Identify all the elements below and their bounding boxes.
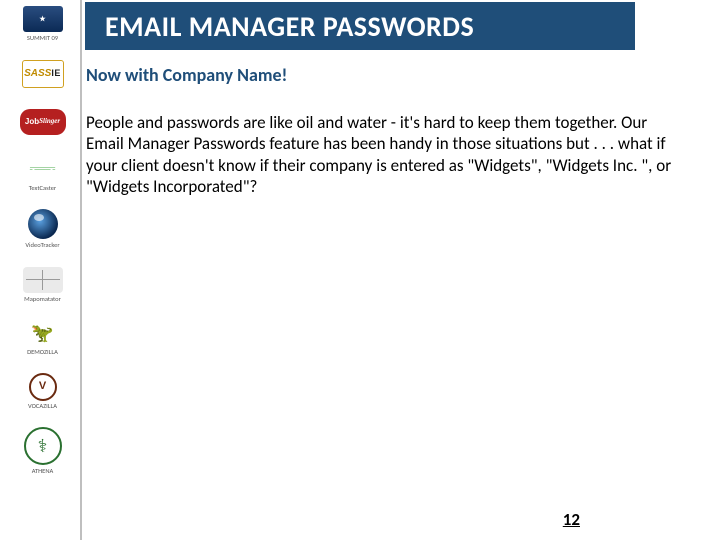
logo-summit: ★ SUMMIT 09 bbox=[14, 6, 72, 42]
logo-caption: Mapomatator bbox=[24, 296, 61, 303]
textcaster-icon: ⎓⎓⎓ bbox=[23, 156, 63, 182]
sassie-icon: SASSIE bbox=[22, 60, 64, 88]
page-title: EMAIL MANAGER PASSWORDS bbox=[105, 9, 474, 44]
page-number: 12 bbox=[563, 509, 580, 530]
videotracker-icon bbox=[28, 209, 58, 239]
logo-caption: ATHENA bbox=[32, 468, 54, 475]
mapomatator-icon bbox=[23, 267, 63, 293]
logo-mapomatator: Mapomatator bbox=[14, 267, 72, 303]
slide: ★ SUMMIT 09 SASSIE JobSlinger ⎓⎓⎓ TextCa… bbox=[0, 0, 720, 540]
logo-caption: VOCAZILLA bbox=[28, 403, 57, 410]
logo-caption: TextCaster bbox=[29, 185, 56, 192]
logo-demozilla: 🦖 DEMOZILLA bbox=[14, 320, 72, 356]
logo-caption: VideoTracker bbox=[25, 242, 59, 249]
jobslinger-icon: JobSlinger bbox=[20, 109, 66, 135]
vertical-divider bbox=[80, 0, 82, 540]
demozilla-icon: 🦖 bbox=[23, 320, 63, 346]
logo-textcaster: ⎓⎓⎓ TextCaster bbox=[14, 156, 72, 192]
body-text: People and passwords are like oil and wa… bbox=[86, 112, 676, 197]
logo-vocazilla: V VOCAZILLA bbox=[14, 374, 72, 410]
title-bar: EMAIL MANAGER PASSWORDS bbox=[85, 2, 635, 50]
vocazilla-icon: V bbox=[23, 374, 63, 400]
subheading: Now with Company Name! bbox=[86, 64, 287, 86]
logo-videotracker: VideoTracker bbox=[14, 209, 72, 249]
logo-caption: DEMOZILLA bbox=[27, 349, 58, 356]
summit-icon: ★ bbox=[23, 6, 63, 32]
logo-athena: ⚕ ATHENA bbox=[14, 427, 72, 475]
logo-sidebar: ★ SUMMIT 09 SASSIE JobSlinger ⎓⎓⎓ TextCa… bbox=[10, 6, 75, 475]
logo-sassie: SASSIE bbox=[14, 60, 72, 91]
athena-icon: ⚕ bbox=[24, 427, 62, 465]
logo-caption: SUMMIT 09 bbox=[27, 35, 58, 42]
logo-jobslinger: JobSlinger bbox=[14, 109, 72, 138]
